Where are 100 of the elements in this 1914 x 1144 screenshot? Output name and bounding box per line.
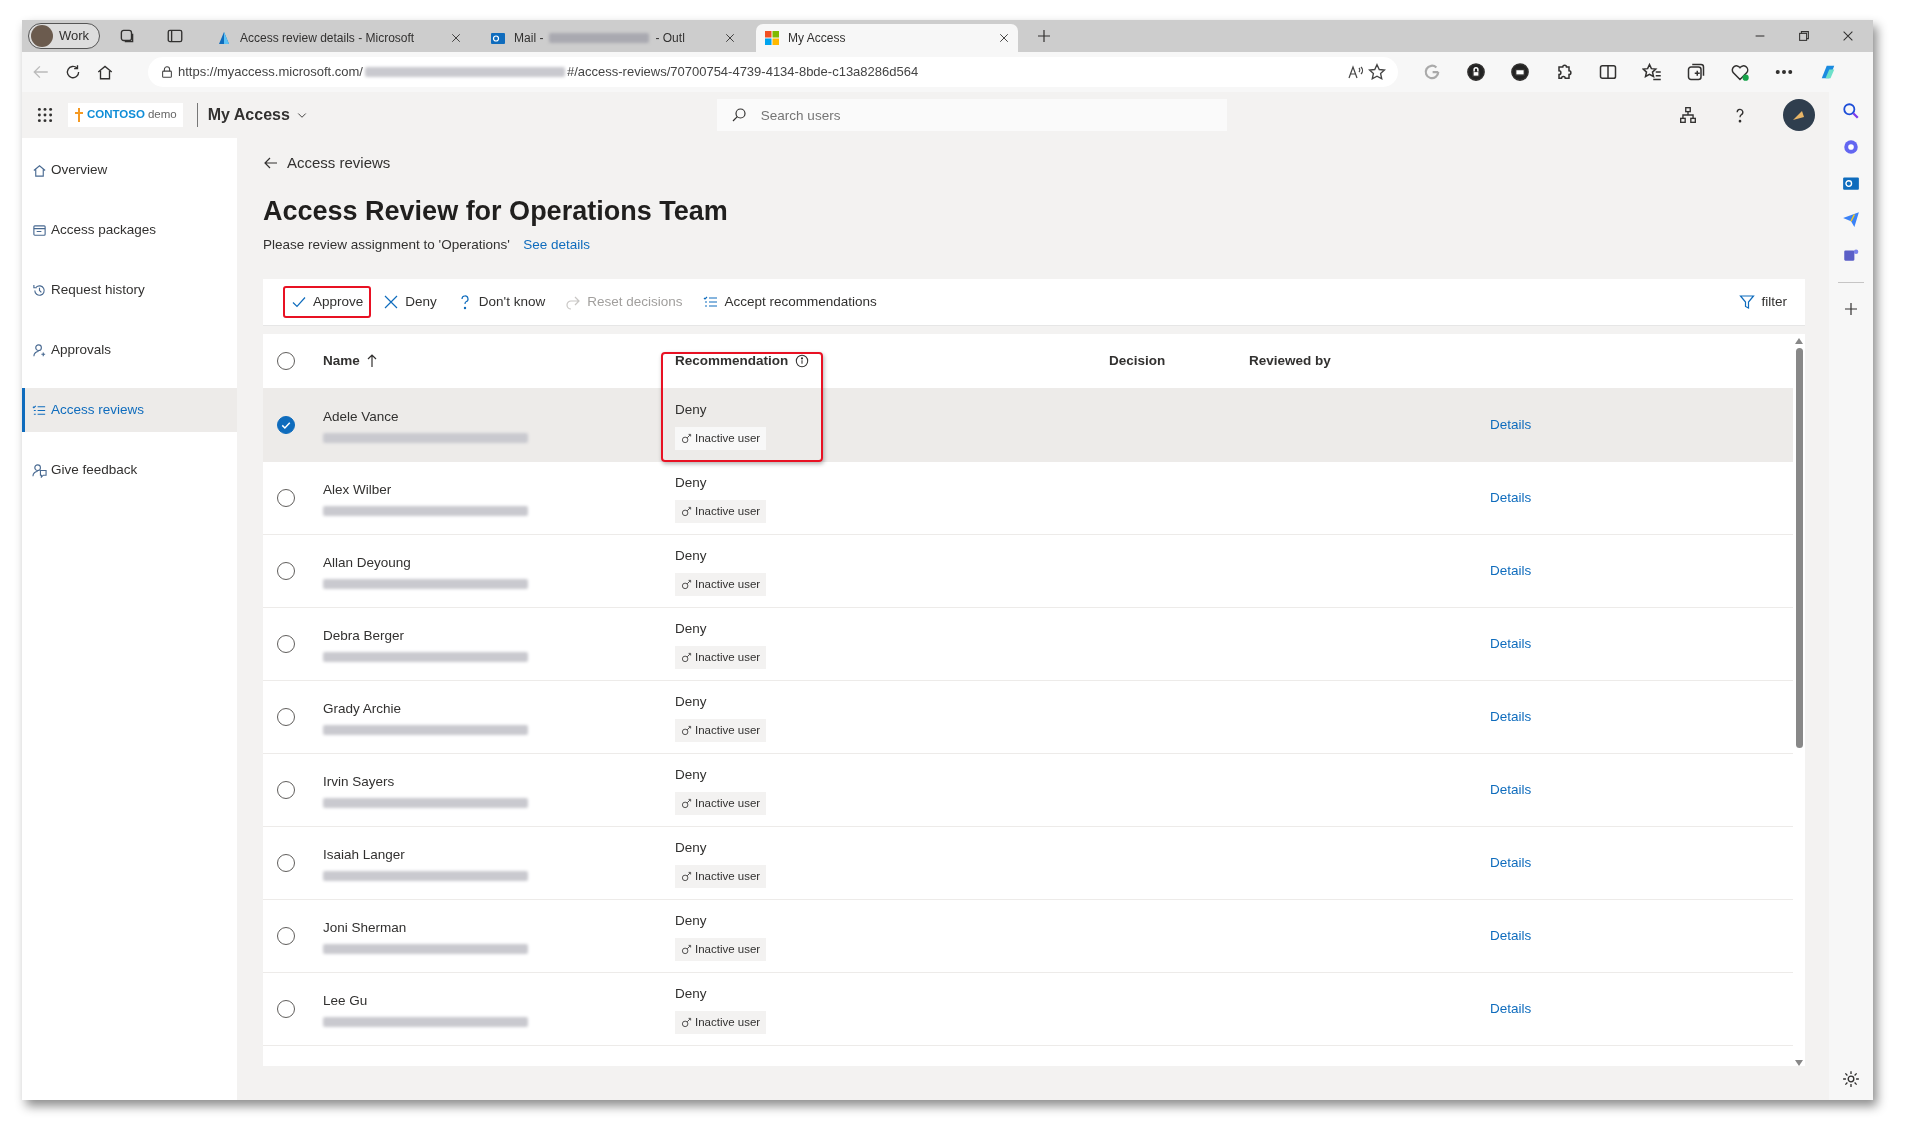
search-field[interactable]: Search users (716, 99, 1227, 131)
row-checkbox[interactable] (277, 489, 295, 508)
copilot-icon[interactable] (1842, 138, 1860, 156)
app-name-menu[interactable]: My Access (196, 103, 308, 127)
toolbar-button[interactable]: Approve (283, 286, 372, 319)
row-checkbox[interactable] (277, 562, 295, 581)
close-icon[interactable] (1841, 29, 1855, 43)
sidebar-item[interactable]: Request history (22, 268, 237, 312)
details-link[interactable]: Details (1490, 488, 1532, 509)
app-logo-icon (764, 30, 781, 46)
favorites-icon[interactable] (1642, 62, 1662, 82)
reason-tag: Inactive user (675, 645, 767, 669)
home-icon[interactable] (96, 63, 114, 81)
user-name: Allan Deyoung (323, 554, 412, 572)
org-chart-icon[interactable] (1679, 106, 1697, 124)
app-launcher-icon[interactable] (36, 106, 54, 124)
split-screen-icon[interactable] (1598, 62, 1618, 82)
details-link[interactable]: Details (1490, 780, 1532, 801)
table-row[interactable]: Isaiah Langer Deny Inactive user Details (263, 827, 1793, 901)
add-icon[interactable] (1843, 301, 1859, 317)
row-checkbox[interactable] (277, 781, 295, 800)
avatar (31, 25, 53, 47)
user-status-icon (681, 578, 692, 590)
new-tab-icon[interactable] (1036, 28, 1053, 44)
details-link[interactable]: Details (1490, 707, 1532, 728)
table-row[interactable]: Irvin Sayers Deny Inactive user Details (263, 754, 1793, 828)
user-status-icon (681, 724, 692, 736)
home-icon (32, 162, 47, 178)
browser-tab[interactable]: My Access (756, 24, 1019, 52)
sidebar-item[interactable]: Approvals (22, 328, 237, 372)
close-icon[interactable] (724, 32, 737, 44)
lock-extension-icon[interactable] (1466, 62, 1486, 82)
browser-tab[interactable]: Access review details - Microsoft (208, 24, 471, 52)
table-row[interactable]: Adele Vance Deny Inactive user Details (263, 389, 1793, 463)
info-icon[interactable] (795, 354, 810, 369)
toolbar-button[interactable]: Accept recommendations (694, 286, 885, 319)
column-header[interactable]: Recommendation (675, 351, 789, 372)
read-aloud-icon[interactable] (1346, 64, 1364, 80)
mail-extension-icon[interactable] (1510, 62, 1530, 82)
address-bar[interactable]: https://myaccess.microsoft.com/ #/access-reviews/70700754-4739-4134-8bde-c13a8286d564 (148, 57, 1398, 87)
toolbar-button[interactable]: Don't know (448, 286, 554, 319)
profile-button[interactable]: Work (28, 23, 101, 49)
table-row[interactable]: Alex Wilber Deny Inactive user Details (263, 462, 1793, 536)
reason-tag: Inactive user (675, 499, 767, 523)
table-row[interactable]: Grady Archie Deny Inactive user Details (263, 681, 1793, 755)
settings-icon[interactable] (1842, 1070, 1860, 1088)
scroll-down-icon[interactable] (1795, 1060, 1803, 1066)
see-details-link[interactable]: See details (523, 234, 591, 256)
details-link[interactable]: Details (1490, 634, 1532, 655)
heart-icon[interactable] (1730, 62, 1750, 82)
row-checkbox[interactable] (277, 1000, 295, 1019)
column-header[interactable]: Decision (1109, 351, 1166, 372)
user-status-icon (681, 432, 692, 444)
details-link[interactable]: Details (1490, 561, 1532, 582)
sidebar-item[interactable]: Overview (22, 148, 237, 192)
toolbar-button[interactable]: Deny (375, 286, 445, 319)
search-icon[interactable] (1842, 102, 1860, 120)
favorite-icon[interactable] (1368, 63, 1386, 81)
recommendation-text: Deny (675, 474, 707, 493)
table-row[interactable]: Lee Gu Deny Inactive user Details (263, 973, 1793, 1047)
scroll-up-icon[interactable] (1795, 338, 1803, 345)
column-header[interactable]: Name (323, 351, 360, 372)
close-icon (383, 294, 400, 311)
search-icon (730, 107, 747, 123)
reason-tag: Inactive user (675, 718, 767, 742)
table-row[interactable]: Allan Deyoung Deny Inactive user Details (263, 535, 1793, 609)
column-header[interactable]: Reviewed by (1249, 351, 1331, 372)
table-row[interactable]: Joni Sherman Deny Inactive user Details (263, 900, 1793, 974)
row-checkbox[interactable] (277, 854, 295, 873)
sort-up-icon[interactable] (366, 354, 377, 369)
sidebar-item[interactable]: Access reviews (22, 388, 237, 432)
row-checkbox[interactable] (277, 708, 295, 727)
filter-button[interactable]: filter (1731, 286, 1795, 319)
restore-icon[interactable] (1797, 29, 1811, 43)
details-link[interactable]: Details (1490, 999, 1532, 1020)
paper-plane-icon[interactable] (1842, 210, 1860, 228)
user-status-icon (681, 505, 692, 517)
refresh-icon[interactable] (64, 63, 82, 81)
row-checkbox[interactable] (277, 927, 295, 946)
row-checkbox[interactable] (277, 416, 295, 435)
select-all-checkbox[interactable] (277, 352, 295, 371)
sidebar-item[interactable]: Give feedback (22, 448, 237, 492)
table-row[interactable]: Debra Berger Deny Inactive user Details (263, 608, 1793, 682)
collections-icon[interactable] (1686, 62, 1706, 82)
details-link[interactable]: Details (1490, 853, 1532, 874)
reason-tag: Inactive user (675, 572, 767, 596)
details-link[interactable]: Details (1490, 415, 1532, 436)
reason-tag: Inactive user (675, 791, 767, 815)
row-checkbox[interactable] (277, 635, 295, 654)
browser-tab[interactable]: Mail - - Outl (482, 24, 745, 52)
details-link[interactable]: Details (1490, 926, 1532, 947)
user-avatar-icon[interactable] (1783, 99, 1815, 131)
mail-app-icon[interactable] (1842, 174, 1860, 192)
reason-tag: Inactive user (675, 426, 767, 450)
user-status-icon (681, 943, 692, 955)
back-link[interactable]: Access reviews (263, 152, 391, 175)
tab-actions-icon[interactable] (166, 27, 185, 45)
sidebar-item[interactable]: Access packages (22, 208, 237, 252)
close-icon[interactable] (998, 32, 1011, 44)
close-icon[interactable] (450, 32, 463, 44)
